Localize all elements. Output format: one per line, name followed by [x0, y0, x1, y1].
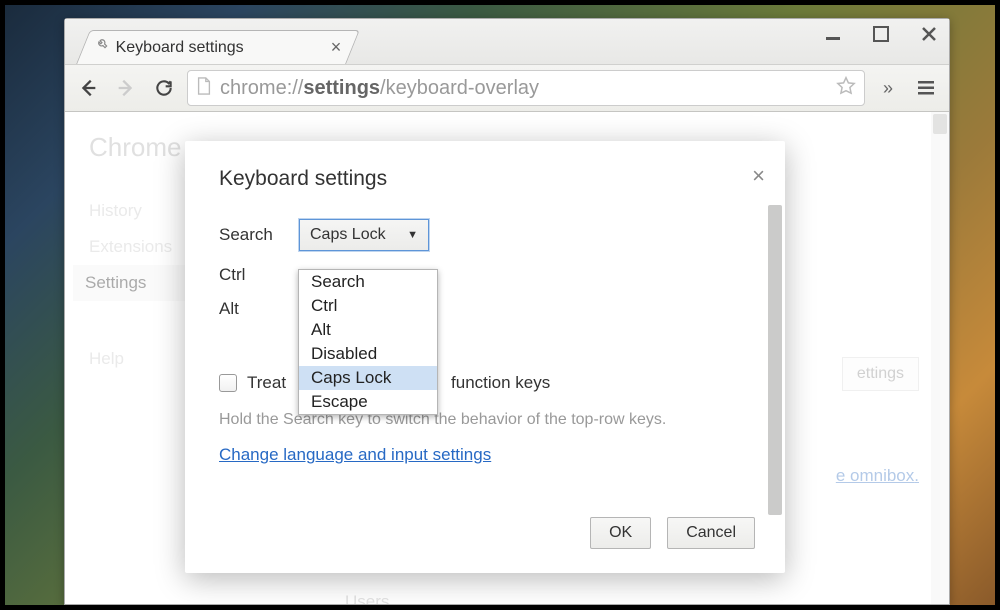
label-alt: Alt	[219, 299, 299, 319]
checkbox-label-before: Treat	[247, 373, 286, 393]
overflow-icon[interactable]: »	[873, 73, 903, 103]
address-bar[interactable]: chrome://settings/keyboard-overlay	[187, 70, 865, 106]
dropdown-search-value: Caps Lock	[310, 226, 386, 244]
minimize-button[interactable]	[819, 23, 847, 45]
tab-close-icon[interactable]: ×	[331, 37, 342, 58]
ok-button[interactable]: OK	[590, 517, 651, 549]
language-settings-link[interactable]: Change language and input settings	[219, 445, 761, 465]
browser-tab[interactable]: Keyboard settings ×	[76, 30, 360, 64]
content-area: Chrome History Extensions Settings Help …	[65, 112, 949, 604]
dropdown-search[interactable]: Caps Lock ▼	[299, 219, 429, 251]
close-window-button[interactable]	[915, 23, 943, 45]
reload-button[interactable]	[149, 73, 179, 103]
maximize-button[interactable]	[867, 23, 895, 45]
url-text: chrome://settings/keyboard-overlay	[220, 77, 828, 100]
dropdown-list: Search Ctrl Alt Disabled Caps Lock Escap…	[298, 269, 438, 415]
option-escape[interactable]: Escape	[299, 390, 437, 414]
browser-window: Keyboard settings ×	[64, 18, 950, 605]
menu-icon[interactable]	[911, 73, 941, 103]
option-ctrl[interactable]: Ctrl	[299, 294, 437, 318]
option-disabled[interactable]: Disabled	[299, 342, 437, 366]
keyboard-settings-dialog: Keyboard settings × Search Caps Lock ▼ C…	[185, 141, 785, 573]
page-icon	[196, 77, 212, 100]
label-ctrl: Ctrl	[219, 265, 299, 285]
option-alt[interactable]: Alt	[299, 318, 437, 342]
wrench-icon	[94, 38, 108, 57]
top-row-keys-checkbox[interactable]	[219, 374, 237, 392]
bookmark-star-icon[interactable]	[836, 76, 856, 101]
row-search: Search Caps Lock ▼	[219, 219, 761, 251]
window-controls	[819, 23, 943, 45]
back-button[interactable]	[73, 73, 103, 103]
checkbox-label-after: function keys	[451, 373, 550, 393]
dialog-title: Keyboard settings	[219, 167, 761, 191]
caret-down-icon: ▼	[407, 229, 418, 241]
titlebar: Keyboard settings ×	[65, 19, 949, 64]
dialog-scrollbar-thumb[interactable]	[768, 205, 782, 515]
option-search[interactable]: Search	[299, 270, 437, 294]
tab-title: Keyboard settings	[116, 39, 323, 57]
option-caps-lock[interactable]: Caps Lock	[299, 366, 437, 390]
dialog-scrollbar[interactable]	[767, 205, 783, 567]
dialog-close-button[interactable]: ×	[752, 163, 765, 189]
dialog-buttons: OK Cancel	[590, 517, 755, 549]
cancel-button[interactable]: Cancel	[667, 517, 755, 549]
forward-button[interactable]	[111, 73, 141, 103]
label-search: Search	[219, 225, 299, 245]
navigation-bar: chrome://settings/keyboard-overlay »	[65, 64, 949, 112]
